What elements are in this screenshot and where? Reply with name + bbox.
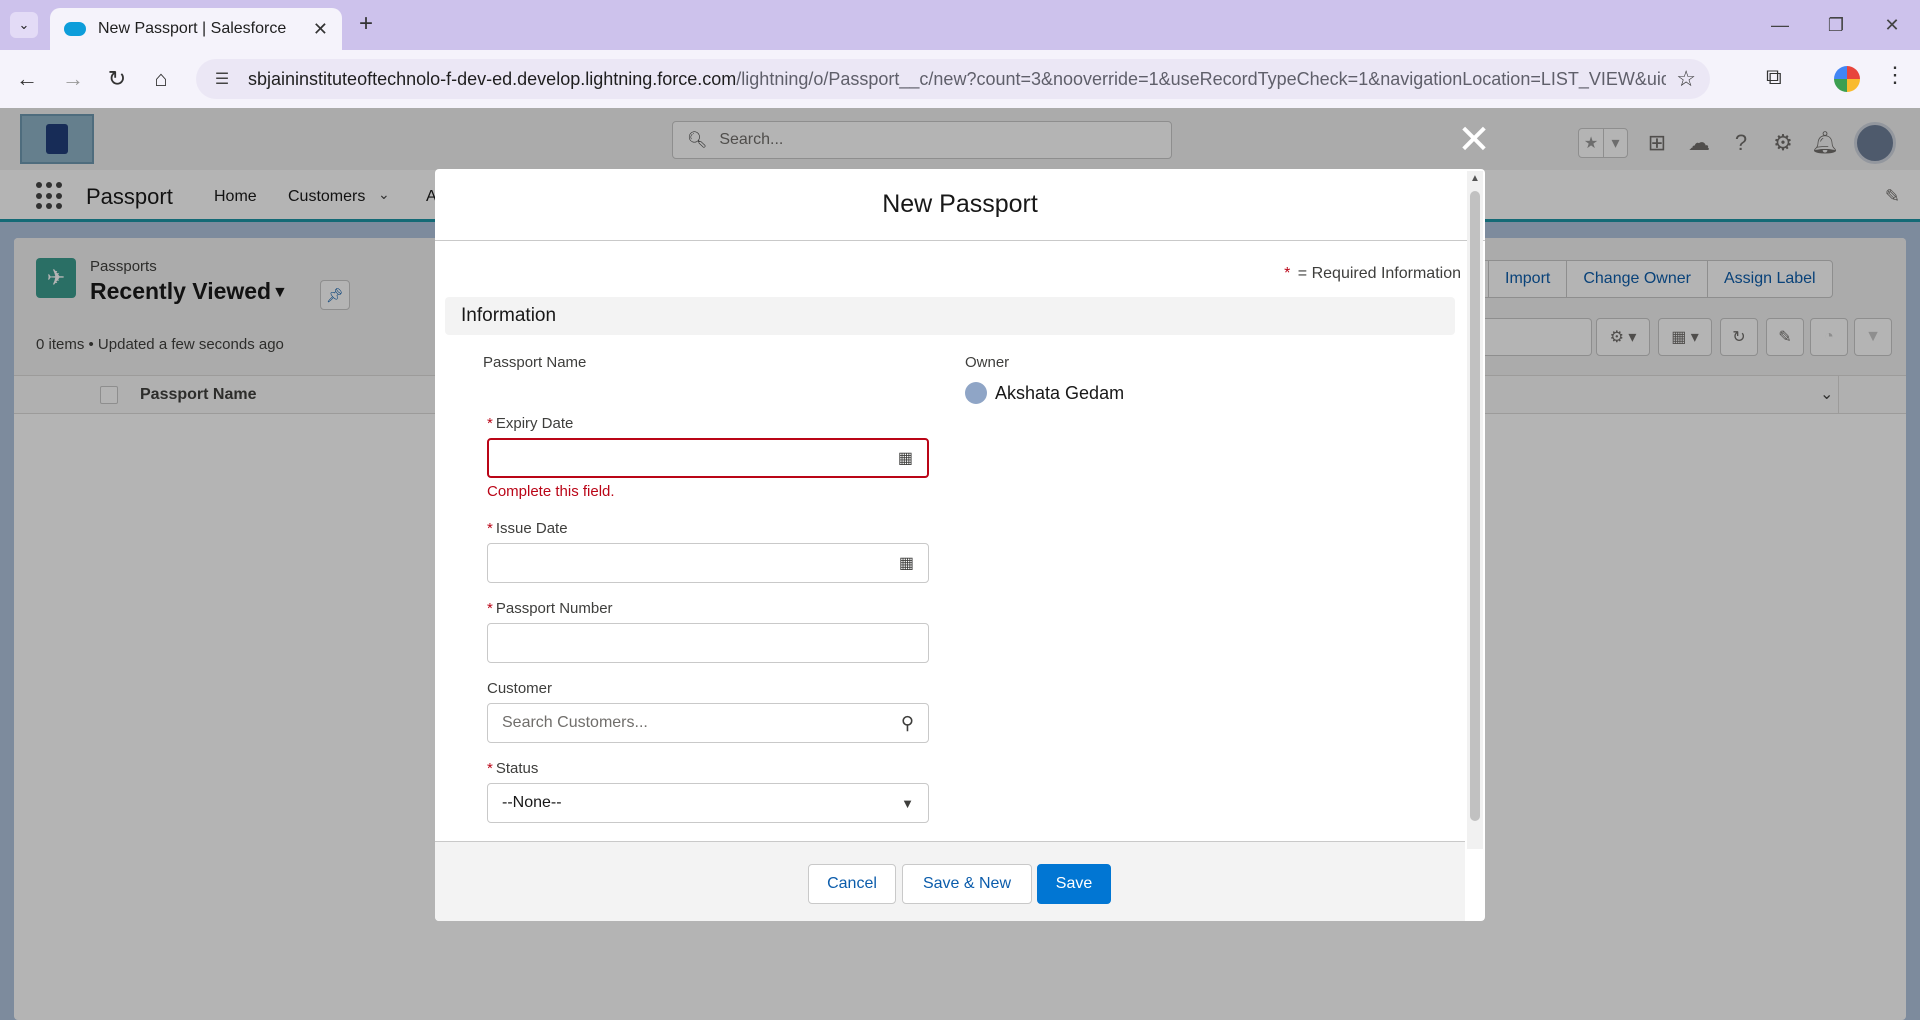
passport-name-label: Passport Name	[483, 354, 587, 371]
section-title: Information	[461, 305, 557, 326]
required-asterisk: *	[487, 760, 493, 777]
browser-tab[interactable]: New Passport | Salesforce ✕	[50, 8, 342, 50]
minimize-icon[interactable]: —	[1752, 0, 1808, 50]
search-icon[interactable]: ⚲	[901, 713, 914, 734]
issue-date-input[interactable]: ▦	[487, 543, 929, 583]
passport-number-input[interactable]	[487, 623, 929, 663]
url-text[interactable]: sbjaininstituteoftechnolo-f-dev-ed.devel…	[248, 69, 1666, 90]
issue-date-label-text: Issue Date	[495, 520, 568, 537]
calendar-icon[interactable]: ▦	[898, 448, 913, 468]
window-controls: — ❐ ✕	[1752, 0, 1920, 50]
tab-title: New Passport | Salesforce	[98, 20, 287, 37]
customer-lookup-input[interactable]: Search Customers... ⚲	[487, 703, 929, 743]
passport-number-label: * Passport Number	[487, 600, 613, 617]
bookmark-star-icon[interactable]: ☆	[1676, 66, 1696, 92]
address-bar[interactable]: ☰ sbjaininstituteoftechnolo-f-dev-ed.dev…	[196, 59, 1710, 99]
required-asterisk: *	[487, 600, 493, 617]
status-label: * Status	[487, 760, 538, 777]
owner-avatar-icon	[965, 382, 987, 404]
home-icon[interactable]: ⌂	[146, 64, 176, 94]
site-info-icon[interactable]: ☰	[210, 67, 234, 91]
expiry-date-input[interactable]: ▦	[487, 438, 929, 478]
close-window-icon[interactable]: ✕	[1864, 0, 1920, 50]
expiry-date-error: Complete this field.	[487, 483, 615, 500]
owner-label: Owner	[965, 354, 1010, 371]
required-info-text: = Required Information	[1297, 265, 1461, 282]
expiry-date-label-text: Expiry Date	[495, 415, 574, 432]
customer-placeholder: Search Customers...	[502, 714, 648, 731]
new-tab-icon[interactable]: +	[352, 10, 380, 38]
new-passport-modal: New Passport ▲ * = Required Information …	[435, 169, 1485, 921]
browser-menu-icon[interactable]: ⋮	[1884, 62, 1906, 88]
information-section-header[interactable]: Information	[445, 297, 1455, 335]
modal-scrollbar[interactable]: ▲	[1467, 171, 1483, 849]
scrollbar-thumb[interactable]	[1470, 191, 1480, 821]
extensions-icon[interactable]: ⧉	[1766, 64, 1782, 90]
tab-close-icon[interactable]: ✕	[313, 19, 328, 40]
salesforce-favicon-icon	[64, 22, 86, 36]
browser-toolbar: ← → ↻ ⌂ ☰ sbjaininstituteoftechnolo-f-de…	[0, 50, 1920, 108]
modal-title: New Passport	[435, 169, 1485, 241]
calendar-icon[interactable]: ▦	[899, 553, 914, 573]
profile-icon[interactable]	[1834, 66, 1860, 92]
scroll-up-icon[interactable]: ▲	[1470, 173, 1480, 184]
save-button[interactable]: Save	[1037, 864, 1111, 904]
status-value: --None--	[502, 794, 562, 811]
passport-number-label-text: Passport Number	[495, 600, 613, 617]
status-select[interactable]: --None-- ▼	[487, 783, 929, 823]
restore-icon[interactable]: ❐	[1808, 0, 1864, 50]
url-host: sbjaininstituteoftechnolo-f-dev-ed.devel…	[248, 68, 737, 89]
forward-icon[interactable]: →	[58, 64, 88, 94]
modal-close-icon[interactable]: ✕	[1456, 120, 1492, 160]
required-asterisk: *	[487, 520, 493, 537]
back-icon[interactable]: ←	[12, 64, 42, 94]
tab-search-icon[interactable]: ⌄	[10, 12, 38, 38]
issue-date-label: * Issue Date	[487, 520, 568, 537]
browser-tabstrip: ⌄ New Passport | Salesforce ✕ + — ❐ ✕	[0, 0, 1920, 50]
reload-icon[interactable]: ↻	[102, 64, 132, 94]
status-label-text: Status	[495, 760, 539, 777]
required-info-note: * = Required Information	[1284, 265, 1461, 283]
chevron-down-icon: ▼	[901, 795, 914, 811]
cancel-button[interactable]: Cancel	[808, 864, 896, 904]
url-path: /lightning/o/Passport__c/new?count=3&noo…	[736, 68, 1667, 89]
required-asterisk: *	[1284, 265, 1291, 282]
owner-value: Akshata Gedam	[965, 382, 1124, 404]
customer-label: Customer	[487, 680, 553, 697]
modal-footer: Cancel Save & New Save	[435, 841, 1465, 921]
owner-name[interactable]: Akshata Gedam	[995, 383, 1124, 404]
expiry-date-label: * Expiry Date	[487, 415, 573, 432]
required-asterisk: *	[487, 415, 493, 432]
save-and-new-button[interactable]: Save & New	[902, 864, 1032, 904]
